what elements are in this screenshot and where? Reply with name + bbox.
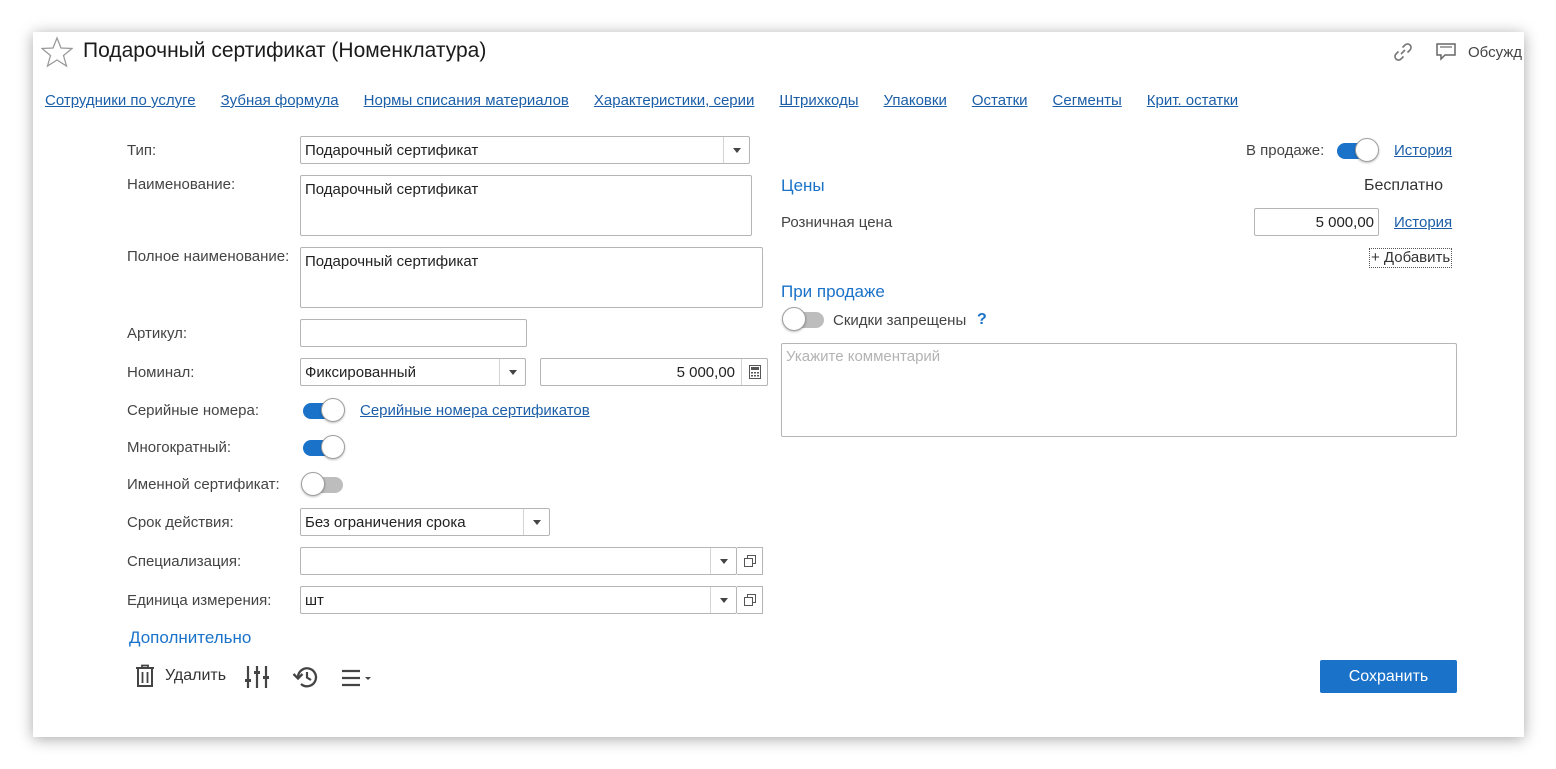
item-form-window: Подарочный сертификат (Номенклатура) Обс… bbox=[33, 32, 1524, 737]
on-sale-section-title: При продаже bbox=[781, 282, 885, 301]
tab-staff-by-service[interactable]: Сотрудники по услуге bbox=[45, 92, 196, 114]
retail-history-link[interactable]: История bbox=[1394, 214, 1452, 231]
discuss-icon[interactable] bbox=[1435, 41, 1457, 63]
open-icon[interactable] bbox=[737, 547, 763, 575]
help-icon[interactable]: ? bbox=[977, 311, 987, 329]
multiple-toggle[interactable] bbox=[301, 434, 345, 460]
history-link[interactable]: История bbox=[1394, 142, 1452, 159]
tab-critical-stock[interactable]: Крит. остатки bbox=[1147, 92, 1238, 114]
nominal-label: Номинал: bbox=[127, 364, 195, 381]
delete-button[interactable]: Удалить bbox=[134, 664, 226, 688]
validity-label: Срок действия: bbox=[127, 514, 234, 531]
tab-packages[interactable]: Упаковки bbox=[884, 92, 947, 114]
save-button[interactable]: Сохранить bbox=[1320, 660, 1457, 693]
type-label: Тип: bbox=[127, 142, 157, 159]
fullname-value: Подарочный сертификат bbox=[305, 253, 479, 270]
chevron-down-icon[interactable] bbox=[710, 548, 736, 574]
toggle-knob bbox=[301, 472, 325, 496]
chevron-down-icon[interactable] bbox=[710, 587, 736, 613]
fullname-label: Полное наименование: bbox=[127, 248, 290, 265]
related-links-bar: Сотрудники по услуге Зубная формула Норм… bbox=[45, 92, 1263, 114]
nominal-type-value: Фиксированный bbox=[305, 364, 416, 381]
type-value: Подарочный сертификат bbox=[305, 142, 479, 159]
calculator-icon[interactable] bbox=[741, 359, 767, 385]
serial-label: Серийные номера: bbox=[127, 402, 259, 419]
toggle-knob bbox=[1355, 138, 1379, 162]
validity-select[interactable]: Без ограничения срока bbox=[300, 508, 550, 536]
unit-value: шт bbox=[305, 592, 324, 609]
unit-select[interactable]: шт bbox=[300, 586, 737, 614]
unit-label: Единица измерения: bbox=[127, 592, 272, 609]
page-title: Подарочный сертификат (Номенклатура) bbox=[83, 39, 487, 62]
nominal-type-select[interactable]: Фиксированный bbox=[300, 358, 526, 386]
discounts-toggle[interactable] bbox=[782, 306, 826, 332]
delete-label: Удалить bbox=[165, 667, 227, 684]
chevron-down-icon[interactable] bbox=[723, 137, 749, 163]
article-label: Артикул: bbox=[127, 325, 188, 342]
nominal-amount-value: 5 000,00 bbox=[676, 364, 735, 381]
tab-characteristics[interactable]: Характеристики, серии bbox=[594, 92, 755, 114]
multiple-label: Многократный: bbox=[127, 439, 232, 456]
serial-numbers-link[interactable]: Серийные номера сертификатов bbox=[360, 402, 590, 419]
chevron-down-icon[interactable] bbox=[523, 509, 549, 535]
retail-price-value: 5 000,00 bbox=[1315, 214, 1374, 231]
serial-toggle[interactable] bbox=[301, 397, 345, 423]
validity-value: Без ограничения срока bbox=[305, 514, 466, 531]
name-field[interactable]: Подарочный сертификат bbox=[300, 175, 752, 236]
type-select[interactable]: Подарочный сертификат bbox=[300, 136, 750, 164]
named-label: Именной сертификат: bbox=[127, 476, 280, 493]
discounts-label: Скидки запрещены bbox=[833, 312, 967, 329]
tab-dental-formula[interactable]: Зубная формула bbox=[221, 92, 339, 114]
tab-stock[interactable]: Остатки bbox=[972, 92, 1028, 114]
settings-sliders-icon[interactable] bbox=[244, 664, 270, 690]
toggle-knob bbox=[782, 307, 806, 331]
spec-label: Специализация: bbox=[127, 553, 242, 570]
fullname-field[interactable]: Подарочный сертификат bbox=[300, 247, 763, 308]
toggle-knob bbox=[321, 435, 345, 459]
retail-price-field[interactable]: 5 000,00 bbox=[1254, 208, 1379, 236]
retail-price-label: Розничная цена bbox=[781, 214, 893, 231]
link-icon[interactable] bbox=[1392, 41, 1414, 63]
open-icon[interactable] bbox=[737, 586, 763, 614]
prices-title: Цены bbox=[781, 176, 825, 195]
spec-select[interactable] bbox=[300, 547, 737, 575]
discuss-button[interactable]: Обсужд bbox=[1468, 44, 1522, 61]
toggle-knob bbox=[321, 398, 345, 422]
name-value: Подарочный сертификат bbox=[305, 181, 479, 198]
on-sale-label: В продаже: bbox=[1246, 142, 1325, 159]
history-icon[interactable] bbox=[292, 664, 320, 690]
tab-material-norms[interactable]: Нормы списания материалов bbox=[364, 92, 569, 114]
on-sale-toggle[interactable] bbox=[1335, 137, 1379, 163]
add-price-button[interactable]: + Добавить bbox=[1369, 248, 1453, 268]
nominal-amount-field[interactable]: 5 000,00 bbox=[540, 358, 768, 386]
named-toggle[interactable] bbox=[301, 471, 345, 497]
chevron-down-icon[interactable] bbox=[499, 359, 525, 385]
free-label: Бесплатно bbox=[1364, 177, 1444, 194]
trash-icon bbox=[136, 664, 154, 687]
name-label: Наименование: bbox=[127, 176, 236, 193]
tab-segments[interactable]: Сегменты bbox=[1053, 92, 1122, 114]
tab-barcodes[interactable]: Штрихкоды bbox=[779, 92, 858, 114]
article-field[interactable] bbox=[300, 319, 527, 347]
comment-field[interactable] bbox=[781, 343, 1457, 437]
additional-section[interactable]: Дополнительно bbox=[129, 628, 251, 648]
star-icon[interactable] bbox=[41, 36, 73, 68]
more-menu-icon[interactable] bbox=[341, 669, 373, 687]
